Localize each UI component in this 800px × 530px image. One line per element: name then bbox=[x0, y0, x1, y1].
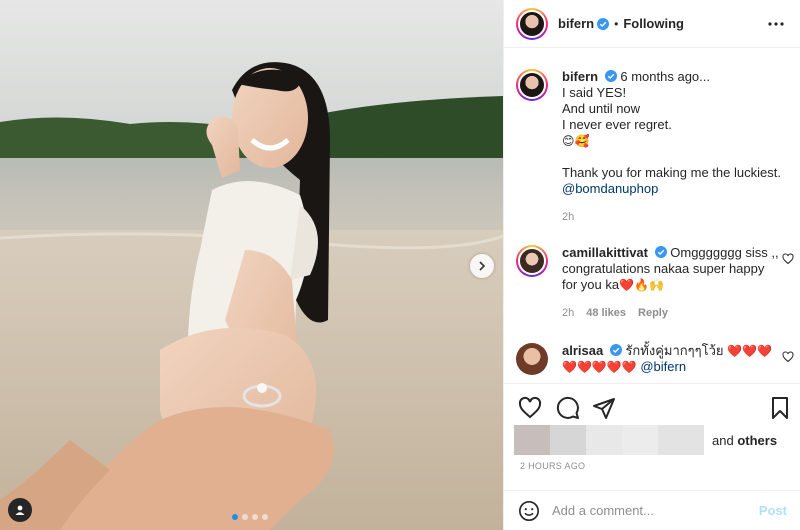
post-side-panel: bifern • Following bifern 6 months ago..… bbox=[503, 0, 800, 530]
likes-summary[interactable]: and others bbox=[514, 425, 777, 455]
bookmark-icon[interactable] bbox=[768, 396, 792, 420]
commenter-username[interactable]: camillakittivat bbox=[562, 245, 648, 260]
caption: bifern 6 months ago... I said YES! And u… bbox=[516, 69, 782, 225]
ellipsis-icon bbox=[768, 22, 784, 26]
comments-section[interactable]: bifern 6 months ago... I said YES! And u… bbox=[504, 49, 800, 383]
carousel-dot bbox=[262, 514, 268, 520]
emoji-icon[interactable] bbox=[518, 500, 540, 522]
share-icon[interactable] bbox=[592, 396, 616, 420]
caption-thanks: Thank you for making me the luckiest. bbox=[562, 165, 781, 180]
carousel-dot-active bbox=[232, 514, 238, 520]
caption-line: I never ever regret. bbox=[562, 117, 672, 132]
caption-emoji: 😊🥰 bbox=[562, 134, 590, 148]
instagram-post: bifern • Following bifern 6 months ago..… bbox=[0, 0, 800, 530]
post-photo[interactable] bbox=[0, 0, 503, 530]
carousel-indicator bbox=[232, 514, 268, 520]
comment-likes[interactable]: 48 likes bbox=[586, 305, 626, 321]
commenter-avatar[interactable] bbox=[516, 245, 548, 277]
caption-line: I said YES! bbox=[562, 85, 627, 100]
post-timestamp: 2 HOURS AGO bbox=[520, 461, 586, 471]
liker-blurred bbox=[514, 425, 550, 455]
caption-username[interactable]: bifern bbox=[562, 69, 598, 84]
post-comment-button[interactable]: Post bbox=[759, 503, 787, 518]
commenter-username[interactable]: alrisaa bbox=[562, 343, 603, 358]
comment-hearts: ❤️❤️❤️❤️❤️ bbox=[562, 360, 637, 374]
comment-emoji: ❤️🔥🙌 bbox=[619, 278, 664, 292]
likes-others-link[interactable]: others bbox=[737, 433, 777, 448]
reply-button[interactable]: Reply bbox=[638, 305, 668, 321]
following-button[interactable]: Following bbox=[623, 16, 684, 31]
action-bar bbox=[504, 383, 800, 429]
add-comment-input[interactable] bbox=[552, 503, 748, 518]
caption-mention-link[interactable]: @bomdanuphop bbox=[562, 181, 782, 197]
add-comment-bar: Post bbox=[504, 490, 800, 530]
verified-badge-icon bbox=[597, 17, 610, 30]
likes-and: and bbox=[712, 432, 734, 448]
liker-blurred bbox=[550, 425, 586, 455]
tagged-users-button[interactable] bbox=[8, 498, 32, 522]
liker-blurred bbox=[622, 425, 658, 455]
liker-blurred bbox=[658, 425, 704, 455]
more-options-button[interactable] bbox=[766, 14, 786, 34]
liker-blurred bbox=[586, 425, 622, 455]
comment-text: รักทั้งคู่มากๆๆโว้ย bbox=[625, 343, 724, 358]
next-photo-button[interactable] bbox=[470, 254, 494, 278]
heart-icon[interactable] bbox=[518, 396, 542, 420]
caption-time: 2h bbox=[562, 211, 575, 223]
commenter-avatar[interactable] bbox=[516, 343, 548, 375]
photo-image bbox=[0, 0, 503, 530]
caption-avatar[interactable] bbox=[516, 69, 548, 101]
verified-badge-icon bbox=[654, 246, 667, 258]
caption-line: And until now bbox=[562, 101, 641, 116]
verified-badge-icon bbox=[604, 70, 617, 82]
comment: camillakittivat Omggggggg siss ,, congra… bbox=[516, 245, 794, 321]
like-comment-heart-icon[interactable] bbox=[782, 253, 794, 265]
carousel-dot bbox=[252, 514, 258, 520]
comment-icon[interactable] bbox=[556, 396, 580, 420]
chevron-right-icon bbox=[479, 261, 486, 271]
comment-time: 2h bbox=[562, 307, 575, 319]
comment: alrisaa รักทั้งคู่มากๆๆโว้ย ❤️❤️❤️ ❤️❤️❤… bbox=[516, 343, 794, 375]
author-username[interactable]: bifern bbox=[558, 16, 594, 31]
header-separator: • bbox=[614, 16, 619, 31]
user-icon bbox=[15, 505, 25, 515]
caption-age: 6 months ago... bbox=[620, 69, 710, 84]
author-avatar[interactable] bbox=[516, 7, 548, 40]
comment-mention-link[interactable]: @bifern bbox=[640, 359, 686, 374]
post-header: bifern • Following bbox=[504, 0, 800, 48]
carousel-dot bbox=[242, 514, 248, 520]
comment-hearts: ❤️❤️❤️ bbox=[727, 344, 772, 358]
verified-badge-icon bbox=[609, 344, 622, 356]
like-comment-heart-icon[interactable] bbox=[782, 351, 794, 363]
